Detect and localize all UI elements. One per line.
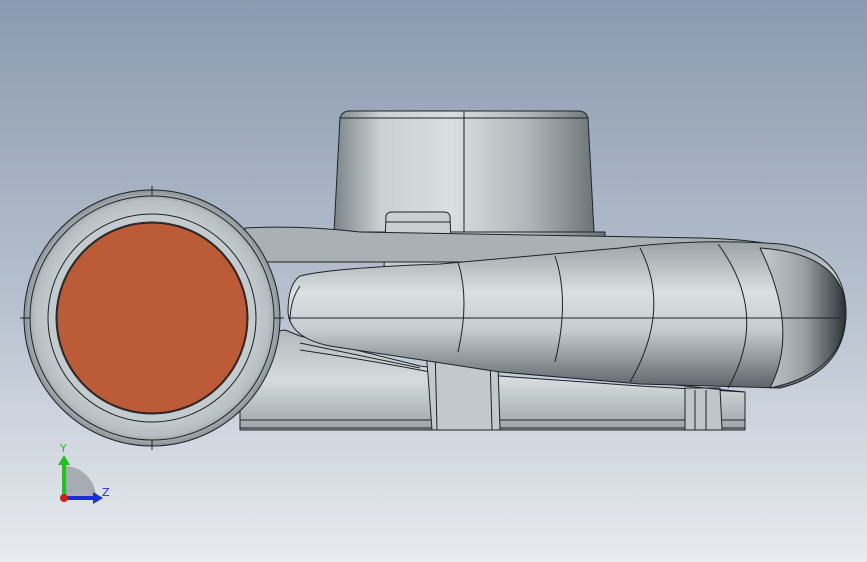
graphics-viewport[interactable]: Y Z: [0, 0, 867, 562]
casing-lug: [684, 387, 723, 431]
view-triad: Y Z: [48, 438, 118, 510]
model-view[interactable]: [0, 0, 867, 562]
x-axis-dot: [60, 494, 68, 502]
triad-plane-icon: [64, 466, 96, 498]
y-axis-label: Y: [59, 442, 67, 455]
selected-face[interactable]: [56, 222, 248, 414]
z-axis-label: Z: [102, 486, 110, 499]
